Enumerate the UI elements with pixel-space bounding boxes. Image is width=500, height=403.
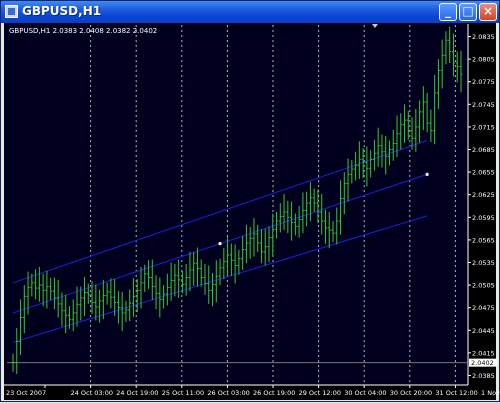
time-tick-label: 24 Oct 19:00: [116, 389, 158, 397]
price-tick-label: 2.0745: [472, 101, 495, 109]
current-price-label: 2.0402: [471, 359, 494, 367]
price-tick-label: 2.0415: [472, 349, 495, 357]
current-price-badge[interactable]: 2.0402: [469, 358, 497, 368]
price-tick-label: 2.0565: [472, 236, 495, 244]
price-tick-label: 2.0385: [472, 372, 495, 380]
time-tick-label: 31 Oct 12:00: [435, 389, 477, 397]
price-scale[interactable]: 2.0835 2.0805 2.0775 2.0745 2.0715 2.0685 2.06…: [468, 33, 497, 380]
price-tick-label: 2.0505: [472, 282, 495, 290]
price-tick-label: 2.0475: [472, 304, 495, 312]
price-tick-label: 2.0775: [472, 78, 495, 86]
time-tick-label: 26 Oct 03:00: [207, 389, 249, 397]
price-tick-label: 2.0535: [472, 259, 495, 267]
chart-window: GBPUSD,H1 _ □ × 2.0835 2.0805 2.0775 2.0745…: [0, 0, 500, 402]
chart-header: GBPUSD,H1 2.0383 2.0408 2.0382 2.0402: [9, 27, 158, 35]
time-tick-label: 1 Nov 04:00: [481, 389, 500, 397]
time-tick-label: 29 Oct 12:00: [299, 389, 341, 397]
price-tick-label: 2.0835: [472, 33, 495, 41]
price-tick-label: 2.0595: [472, 214, 495, 222]
time-tick-label: 23 Oct 2007: [6, 389, 46, 397]
time-scale[interactable]: 23 Oct 2007 24 Oct 03:00 24 Oct 19:00 25 Oc…: [6, 385, 500, 397]
price-tick-label: 2.0715: [472, 123, 495, 131]
price-tick-label: 2.0685: [472, 146, 495, 154]
price-tick-label: 2.0805: [472, 56, 495, 64]
time-tick-label: 24 Oct 03:00: [71, 389, 113, 397]
time-tick-label: 30 Oct 04:00: [344, 389, 386, 397]
price-tick-label: 2.0445: [472, 327, 495, 335]
time-tick-label: 26 Oct 19:00: [253, 389, 295, 397]
channel-endpoint-marker[interactable]: [425, 172, 429, 176]
price-tick-label: 2.0655: [472, 169, 495, 177]
price-tick-label: 2.0625: [472, 191, 495, 199]
time-tick-label: 30 Oct 20:00: [390, 389, 432, 397]
price-chart[interactable]: 2.0835 2.0805 2.0775 2.0745 2.0715 2.0685 2.06…: [1, 1, 500, 403]
time-tick-label: 25 Oct 11:00: [162, 389, 204, 397]
channel-midpoint-marker[interactable]: [218, 242, 222, 246]
